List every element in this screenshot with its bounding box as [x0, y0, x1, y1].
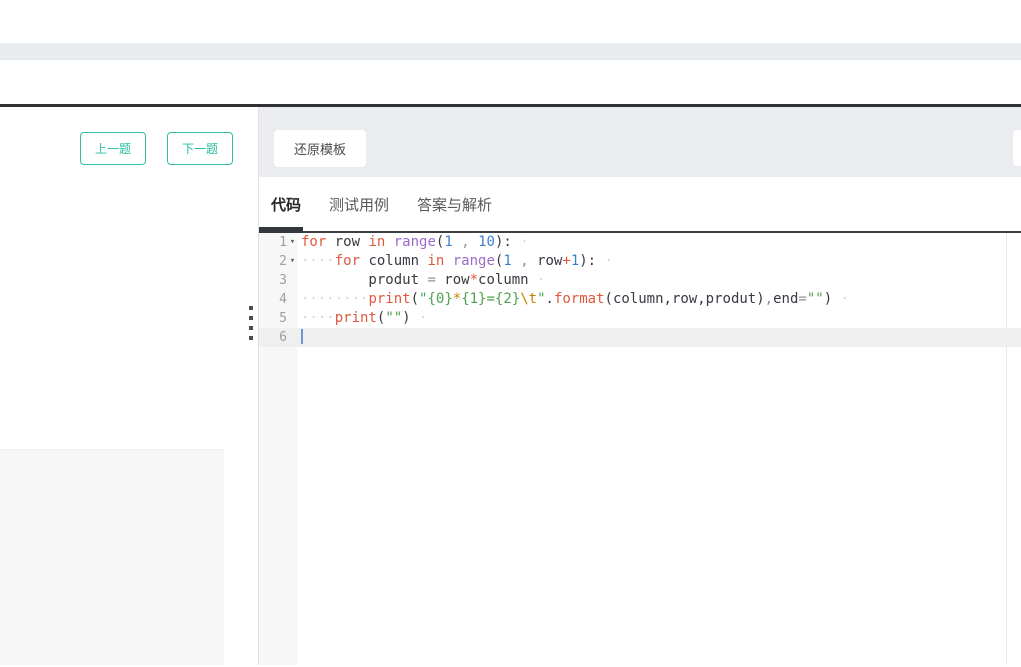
- panel-splitter-handle[interactable]: [246, 306, 256, 352]
- code-editor[interactable]: 1 ▾ for row in range(1 , 10): · 2 ▾ ····for c…: [259, 233, 1021, 665]
- line-number-text: 2: [279, 254, 287, 269]
- tab-code[interactable]: 代码: [271, 194, 301, 215]
- editor-panel: 还原模板 代码 测试用例 答案与解析 1 ▾ for row in range(1 , …: [258, 107, 1021, 665]
- line-number-text: 3: [279, 273, 287, 288]
- code-text: ········print("{0}*{1}={2}\t".format(col…: [301, 291, 849, 307]
- code-text: ····print("") ·: [301, 310, 428, 326]
- top-header-bar: [0, 0, 1021, 44]
- editor-toolbar: 还原模板: [259, 107, 1021, 177]
- code-text: for row in range(1 , 10): ·: [301, 234, 529, 250]
- question-panel: 上一题 下一题: [0, 107, 258, 665]
- header-sub-band: [0, 44, 1021, 60]
- code-line: 5 ····print("") ·: [259, 309, 1021, 328]
- splitter-dot: [249, 336, 253, 340]
- code-rows: 1 ▾ for row in range(1 , 10): · 2 ▾ ····for c…: [259, 233, 1021, 347]
- code-text: produt = row*column ·: [301, 272, 546, 288]
- text-cursor: [301, 328, 303, 344]
- tab-test-cases[interactable]: 测试用例: [329, 194, 389, 215]
- header-white-bar: [0, 60, 1021, 104]
- line-number-text: 5: [279, 311, 287, 326]
- line-number: 2 ▾: [259, 252, 298, 271]
- code-line: 6: [259, 328, 1021, 347]
- code-text: ····for column in range(1 , row+1): ·: [301, 253, 613, 269]
- question-nav: 上一题 下一题: [0, 107, 258, 165]
- line-number-text: 6: [279, 330, 287, 345]
- tab-bar: 代码 测试用例 答案与解析: [259, 177, 1021, 233]
- restore-template-button[interactable]: 还原模板: [274, 130, 367, 167]
- line-number: 3: [259, 271, 298, 290]
- splitter-dot: [249, 306, 253, 310]
- splitter-dot: [249, 316, 253, 320]
- line-number: 5: [259, 309, 298, 328]
- submit-button-cutoff[interactable]: [1013, 130, 1021, 166]
- fold-caret-icon[interactable]: ▾: [287, 252, 298, 271]
- next-question-button[interactable]: 下一题: [167, 132, 233, 165]
- line-number: 1 ▾: [259, 233, 298, 252]
- prev-question-button[interactable]: 上一题: [80, 132, 146, 165]
- line-number: 6: [259, 328, 298, 347]
- main-area: 上一题 下一题 还原模板 代码 测试用例 答案与解析 1 ▾ for row i…: [0, 107, 1021, 665]
- line-number: 4: [259, 290, 298, 309]
- line-number-text: 4: [279, 292, 287, 307]
- code-text: [298, 328, 303, 347]
- question-panel-placeholder: [0, 449, 224, 665]
- splitter-dot: [249, 326, 253, 330]
- code-line: 2 ▾ ····for column in range(1 , row+1): ·: [259, 252, 1021, 271]
- fold-caret-icon[interactable]: ▾: [287, 233, 298, 252]
- line-number-text: 1: [279, 235, 287, 250]
- code-line: 4 ········print("{0}*{1}={2}\t".format(co…: [259, 290, 1021, 309]
- code-line: 1 ▾ for row in range(1 , 10): ·: [259, 233, 1021, 252]
- app-window: 上一题 下一题 还原模板 代码 测试用例 答案与解析 1 ▾ for row i…: [0, 0, 1021, 667]
- tab-answer-analysis[interactable]: 答案与解析: [417, 194, 492, 215]
- code-line: 3 produt = row*column ·: [259, 271, 1021, 290]
